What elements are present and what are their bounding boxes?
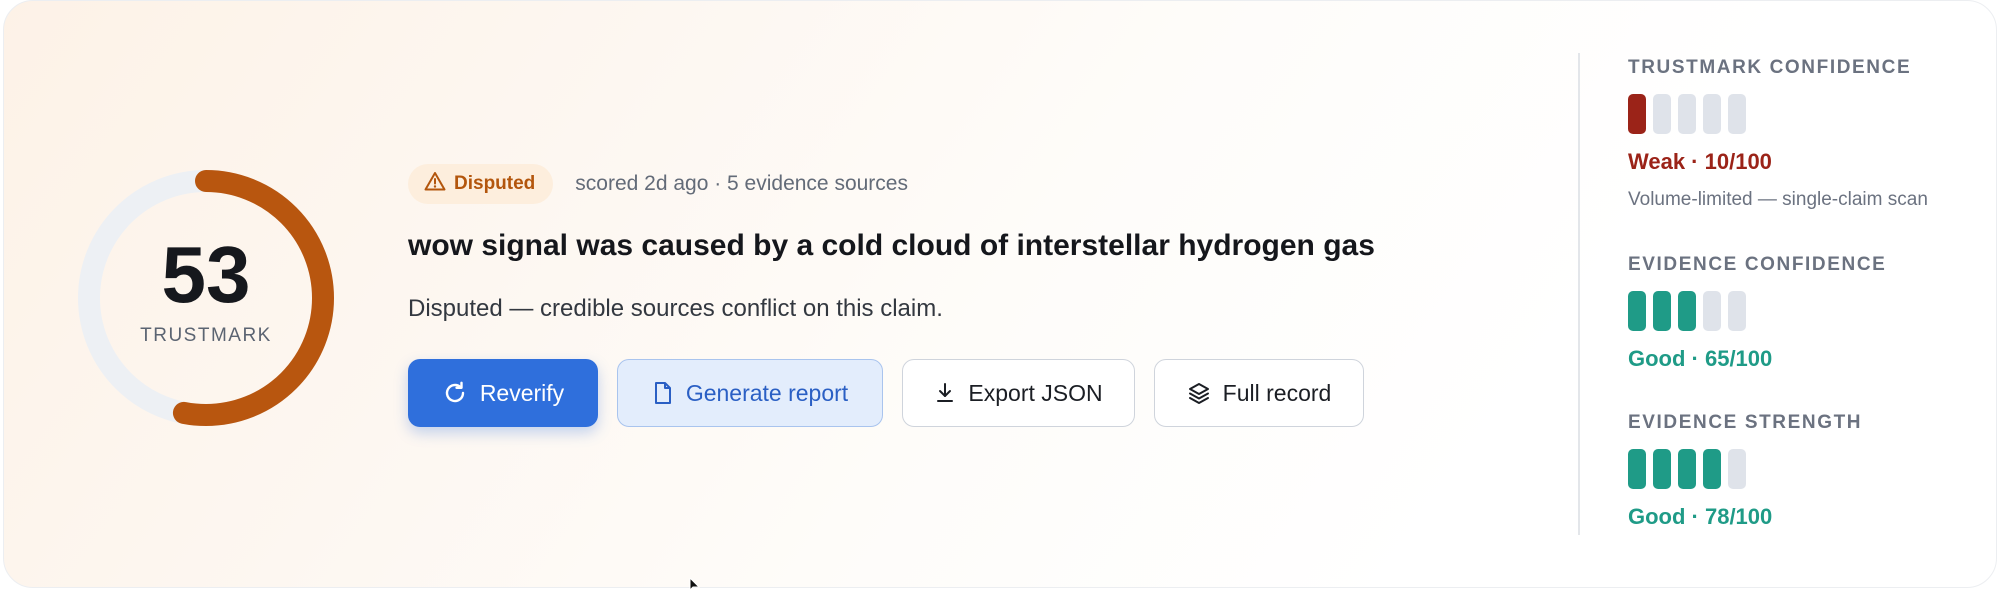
metric-value: Weak · 10/100 (1628, 149, 1772, 174)
warning-triangle-icon (424, 171, 446, 197)
refresh-icon (442, 380, 468, 406)
claim-title: wow signal was caused by a cold cloud of… (408, 229, 1375, 262)
trustmark-card: 53 TRUSTMARK Disputed scored 2d ago · 5 … (3, 0, 1997, 588)
claim-meta: scored 2d ago · 5 evidence sources (575, 172, 908, 195)
claim-summary: Disputed — credible sources conflict on … (408, 295, 943, 322)
trustmark-score-ring: 53 TRUSTMARK (75, 167, 337, 429)
export-json-button[interactable]: Export JSON (902, 359, 1135, 427)
metric-note: Volume-limited — single-claim scan (1628, 189, 1928, 210)
export-json-button-label: Export JSON (968, 379, 1103, 406)
document-icon (652, 381, 674, 405)
confidence-bar-segment (1678, 291, 1696, 331)
trustmark-score-value: 53 (161, 230, 251, 319)
confidence-bar-segment (1678, 449, 1696, 489)
confidence-bar-segment (1703, 449, 1721, 489)
trustmark-score-label: TRUSTMARK (140, 325, 272, 346)
confidence-bar-segment (1628, 94, 1646, 134)
confidence-bar-segment (1653, 291, 1671, 331)
confidence-bar-segment (1728, 94, 1746, 134)
panel-divider (1578, 53, 1580, 535)
metric-value: Good · 78/100 (1628, 504, 1773, 529)
confidence-bar-segment (1653, 94, 1671, 134)
confidence-bar-segment (1703, 94, 1721, 134)
layers-icon (1187, 381, 1211, 405)
confidence-bars (1628, 291, 1886, 331)
download-icon (934, 381, 956, 405)
generate-report-button[interactable]: Generate report (617, 359, 883, 427)
confidence-bar-segment (1678, 94, 1696, 134)
reverify-button[interactable]: Reverify (408, 359, 598, 427)
metric-trustmark-confidence: TRUSTMARK CONFIDENCE Weak · 10/100 Volum… (1628, 57, 1928, 211)
metric-title: EVIDENCE CONFIDENCE (1628, 254, 1887, 275)
full-record-button-label: Full record (1222, 379, 1332, 406)
claim-status-row: Disputed scored 2d ago · 5 evidence sour… (408, 164, 908, 204)
status-badge: Disputed (408, 164, 554, 204)
action-bar: Reverify Generate report Export JSON Ful… (408, 359, 1364, 427)
metric-evidence-strength: EVIDENCE STRENGTH Good · 78/100 (1628, 412, 1862, 530)
metric-value: Good · 65/100 (1628, 346, 1773, 371)
metric-title: EVIDENCE STRENGTH (1628, 412, 1863, 433)
confidence-bar-segment (1628, 291, 1646, 331)
mouse-cursor-icon (689, 576, 703, 596)
reverify-button-label: Reverify (479, 379, 565, 406)
generate-report-button-label: Generate report (685, 379, 849, 406)
confidence-bar-segment (1728, 291, 1746, 331)
metric-title: TRUSTMARK CONFIDENCE (1628, 57, 1912, 78)
status-badge-label: Disputed (454, 173, 536, 194)
confidence-bar-segment (1653, 449, 1671, 489)
confidence-bars (1628, 94, 1928, 134)
confidence-bar-segment (1728, 449, 1746, 489)
full-record-button[interactable]: Full record (1154, 359, 1364, 427)
confidence-bar-segment (1703, 291, 1721, 331)
confidence-bar-segment (1628, 449, 1646, 489)
metric-evidence-confidence: EVIDENCE CONFIDENCE Good · 65/100 (1628, 254, 1886, 372)
confidence-bars (1628, 449, 1862, 489)
